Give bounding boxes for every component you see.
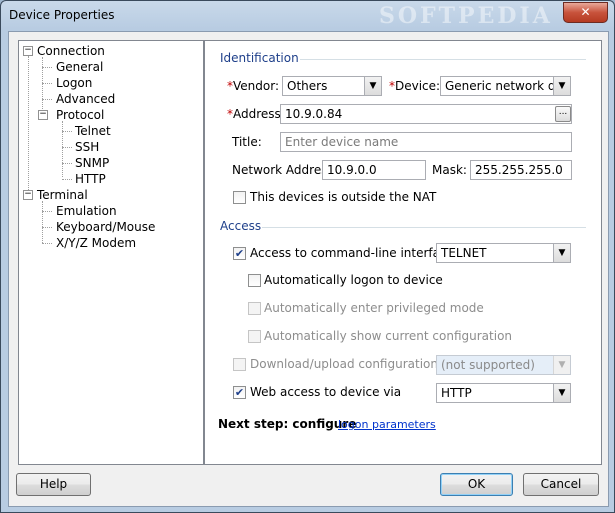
check-icon: ✔ [234, 247, 245, 260]
device-label: *Device: [389, 79, 441, 93]
download-upload-select[interactable]: (not supported) ▼ [436, 355, 571, 375]
show-config-label: Automatically show current configuration [264, 329, 513, 343]
web-protocol-select[interactable]: HTTP ▼ [436, 383, 571, 403]
help-button[interactable]: Help [16, 473, 91, 496]
title-placeholder: Enter device name [285, 135, 399, 149]
web-access-checkbox[interactable]: ✔ [233, 386, 246, 399]
tree-item-terminal[interactable]: Terminal [37, 188, 88, 202]
tree-item-protocol[interactable]: Protocol [56, 108, 104, 122]
logon-parameters-link[interactable]: logon parameters [338, 418, 436, 431]
title-bar[interactable]: Device Properties SOFTPEDIA ✕ [1, 1, 614, 31]
privileged-mode-label: Automatically enter privileged mode [264, 301, 484, 315]
check-icon: ✔ [234, 386, 245, 399]
tree-connector [42, 57, 43, 115]
tree-item-http[interactable]: HTTP [75, 172, 106, 186]
collapse-connection-icon[interactable]: − [23, 46, 33, 56]
tree-item-logon[interactable]: Logon [56, 76, 92, 90]
section-divider [262, 227, 586, 228]
device-select[interactable]: Generic network devic ▼ [440, 76, 571, 96]
tree-item-ssh[interactable]: SSH [75, 140, 99, 154]
identification-section-title: Identification [220, 51, 299, 65]
collapse-protocol-icon[interactable]: − [38, 110, 48, 120]
download-upload-label: Download/upload configuration via [250, 357, 460, 371]
tree-item-keyboard-mouse[interactable]: Keyboard/Mouse [56, 220, 155, 234]
settings-tree[interactable]: − Connection General Logon Advanced − Pr… [18, 40, 204, 465]
chevron-down-icon[interactable]: ▼ [553, 77, 570, 95]
device-properties-window: Device Properties SOFTPEDIA ✕ − Connecti… [0, 0, 615, 513]
cancel-button[interactable]: Cancel [523, 473, 599, 496]
mask-label: Mask: [432, 163, 467, 177]
outside-nat-label: This devices is outside the NAT [250, 190, 437, 204]
tree-item-telnet[interactable]: Telnet [75, 124, 111, 138]
browse-address-button[interactable]: ... [555, 106, 571, 122]
close-button[interactable]: ✕ [563, 2, 608, 23]
tree-item-connection[interactable]: Connection [37, 44, 105, 58]
auto-logon-label: Automatically logon to device [264, 273, 443, 287]
tree-connector [42, 67, 52, 68]
privileged-mode-checkbox[interactable] [248, 302, 261, 315]
next-step-text: Next step: configure [218, 417, 357, 431]
mask-field[interactable]: 255.255.255.0 [470, 160, 572, 180]
tree-item-snmp[interactable]: SNMP [75, 156, 109, 170]
web-access-label: Web access to device via [250, 385, 402, 399]
tree-connector [62, 163, 72, 164]
network-address-field[interactable]: 10.9.0.0 [322, 160, 426, 180]
vendor-value: Others [287, 79, 328, 93]
tree-connector [28, 56, 29, 196]
address-label: *Address: [227, 107, 285, 121]
dialog-client-area: − Connection General Logon Advanced − Pr… [8, 31, 609, 507]
title-label: Title: [232, 135, 262, 149]
cli-access-checkbox[interactable]: ✔ [233, 247, 246, 260]
tree-connector [42, 99, 52, 100]
tree-connector [42, 227, 52, 228]
show-config-checkbox[interactable] [248, 330, 261, 343]
section-divider [300, 59, 586, 60]
access-section-title: Access [220, 219, 262, 233]
tree-connector [62, 179, 72, 180]
tree-connector [62, 131, 72, 132]
chevron-down-icon[interactable]: ▼ [553, 384, 570, 402]
address-field[interactable]: 10.9.0.84 [280, 104, 572, 124]
watermark: SOFTPEDIA [379, 3, 553, 29]
chevron-down-icon[interactable]: ▼ [553, 356, 570, 374]
close-icon: ✕ [580, 5, 591, 19]
auto-logon-checkbox[interactable] [248, 274, 261, 287]
ok-button[interactable]: OK [440, 473, 513, 496]
collapse-terminal-icon[interactable]: − [23, 190, 33, 200]
vendor-label: *Vendor: [227, 79, 279, 93]
properties-panel: Identification *Vendor: Others ▼ *Device… [204, 40, 602, 465]
cli-protocol-select[interactable]: TELNET ▼ [436, 243, 571, 263]
outside-nat-checkbox[interactable] [233, 191, 246, 204]
tree-item-xyz-modem[interactable]: X/Y/Z Modem [56, 236, 136, 250]
vendor-select[interactable]: Others ▼ [282, 76, 382, 96]
tree-item-emulation[interactable]: Emulation [56, 204, 117, 218]
chevron-down-icon[interactable]: ▼ [364, 77, 381, 95]
tree-item-general[interactable]: General [56, 60, 103, 74]
tree-connector [42, 211, 52, 212]
window-title: Device Properties [9, 8, 115, 22]
title-field[interactable]: Enter device name [280, 132, 572, 152]
tree-connector [42, 83, 52, 84]
tree-item-advanced[interactable]: Advanced [56, 92, 115, 106]
tree-connector [62, 121, 63, 177]
chevron-down-icon[interactable]: ▼ [553, 244, 570, 262]
tree-connector [62, 147, 72, 148]
download-upload-checkbox[interactable] [233, 358, 246, 371]
address-value: 10.9.0.84 [285, 107, 343, 121]
tree-connector [42, 243, 52, 244]
tree-connector [42, 201, 43, 243]
